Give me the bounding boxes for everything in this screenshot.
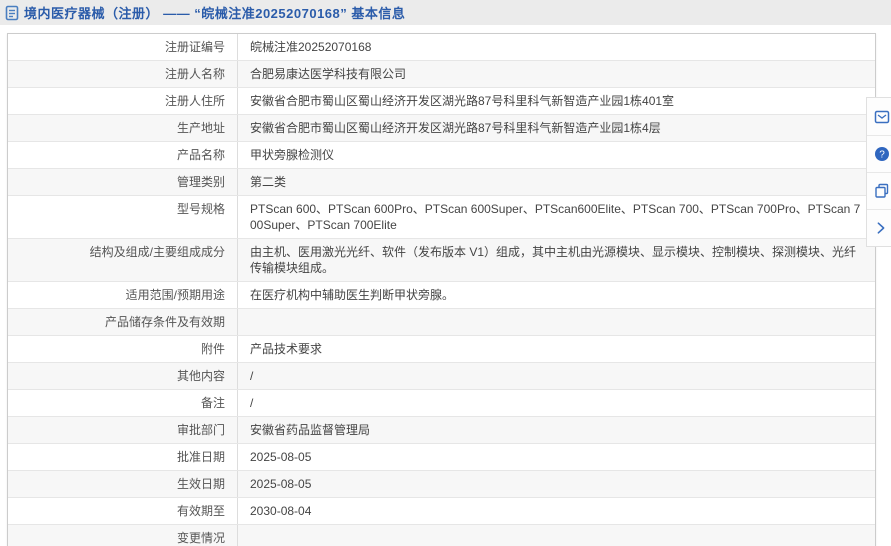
- table-row: 产品储存条件及有效期: [8, 308, 875, 335]
- table-row: 附件产品技术要求: [8, 335, 875, 362]
- row-label: 生产地址: [8, 115, 238, 141]
- row-label: 注册证编号: [8, 34, 238, 60]
- table-row: 其他内容/: [8, 362, 875, 389]
- row-value: [238, 525, 875, 546]
- row-label: 其他内容: [8, 363, 238, 389]
- row-value: 合肥易康达医学科技有限公司: [238, 61, 875, 87]
- svg-text:?: ?: [879, 150, 885, 161]
- row-label: 注册人名称: [8, 61, 238, 87]
- row-label: 产品名称: [8, 142, 238, 168]
- row-value: 第二类: [238, 169, 875, 195]
- row-value: 由主机、医用激光光纤、软件（发布版本 V1）组成，其中主机由光源模块、显示模块、…: [238, 239, 875, 281]
- row-value: 皖械注准20252070168: [238, 34, 875, 60]
- registration-info-table: 注册证编号皖械注准20252070168 注册人名称合肥易康达医学科技有限公司 …: [7, 33, 876, 546]
- table-row: 审批部门安徽省药品监督管理局: [8, 416, 875, 443]
- table-row: 结构及组成/主要组成成分由主机、医用激光光纤、软件（发布版本 V1）组成，其中主…: [8, 238, 875, 281]
- table-row: 产品名称甲状旁腺检测仪: [8, 141, 875, 168]
- row-value: 2030-08-04: [238, 498, 875, 524]
- row-value: 2025-08-05: [238, 471, 875, 497]
- contact-icon: [874, 109, 890, 125]
- side-widget-panel: ?: [866, 97, 891, 247]
- row-label: 备注: [8, 390, 238, 416]
- row-value: 2025-08-05: [238, 444, 875, 470]
- table-row: 变更情况: [8, 524, 875, 546]
- chevron-right-icon: [874, 221, 888, 235]
- table-row: 注册人住所安徽省合肥市蜀山区蜀山经济开发区湖光路87号科里科气新智造产业园1栋4…: [8, 87, 875, 114]
- row-value: 安徽省合肥市蜀山区蜀山经济开发区湖光路87号科里科气新智造产业园1栋401室: [238, 88, 875, 114]
- row-value: 安徽省合肥市蜀山区蜀山经济开发区湖光路87号科里科气新智造产业园1栋4层: [238, 115, 875, 141]
- collapse-button[interactable]: [867, 209, 891, 246]
- row-value: PTScan 600、PTScan 600Pro、PTScan 600Super…: [238, 196, 875, 238]
- table-row: 注册人名称合肥易康达医学科技有限公司: [8, 60, 875, 87]
- table-row: 生效日期2025-08-05: [8, 470, 875, 497]
- row-label: 结构及组成/主要组成成分: [8, 239, 238, 281]
- row-label: 管理类别: [8, 169, 238, 195]
- row-label: 型号规格: [8, 196, 238, 238]
- row-value: /: [238, 390, 875, 416]
- info-button[interactable]: ?: [867, 135, 891, 172]
- table-row: 适用范围/预期用途在医疗机构中辅助医生判断甲状旁腺。: [8, 281, 875, 308]
- table-row: 注册证编号皖械注准20252070168: [8, 34, 875, 60]
- row-label: 变更情况: [8, 525, 238, 546]
- row-label: 产品储存条件及有效期: [8, 309, 238, 335]
- row-value: 产品技术要求: [238, 336, 875, 362]
- row-label: 适用范围/预期用途: [8, 282, 238, 308]
- row-label: 附件: [8, 336, 238, 362]
- row-label: 批准日期: [8, 444, 238, 470]
- page-title: 境内医疗器械（注册） —— “皖械注准20252070168” 基本信息: [24, 3, 405, 22]
- copy-icon: [874, 183, 890, 199]
- row-value: /: [238, 363, 875, 389]
- document-icon: [4, 5, 20, 21]
- table-row: 管理类别第二类: [8, 168, 875, 195]
- row-label: 注册人住所: [8, 88, 238, 114]
- row-label: 审批部门: [8, 417, 238, 443]
- contact-button[interactable]: [867, 98, 891, 135]
- table-row: 生产地址安徽省合肥市蜀山区蜀山经济开发区湖光路87号科里科气新智造产业园1栋4层: [8, 114, 875, 141]
- row-value: [238, 309, 875, 335]
- info-circle-icon: ?: [874, 146, 890, 162]
- page-header: 境内医疗器械（注册） —— “皖械注准20252070168” 基本信息: [0, 0, 891, 25]
- table-row: 有效期至2030-08-04: [8, 497, 875, 524]
- copy-button[interactable]: [867, 172, 891, 209]
- row-value: 安徽省药品监督管理局: [238, 417, 875, 443]
- table-row: 备注/: [8, 389, 875, 416]
- row-label: 生效日期: [8, 471, 238, 497]
- row-value: 甲状旁腺检测仪: [238, 142, 875, 168]
- table-row: 批准日期2025-08-05: [8, 443, 875, 470]
- row-value: 在医疗机构中辅助医生判断甲状旁腺。: [238, 282, 875, 308]
- row-label: 有效期至: [8, 498, 238, 524]
- table-row: 型号规格PTScan 600、PTScan 600Pro、PTScan 600S…: [8, 195, 875, 238]
